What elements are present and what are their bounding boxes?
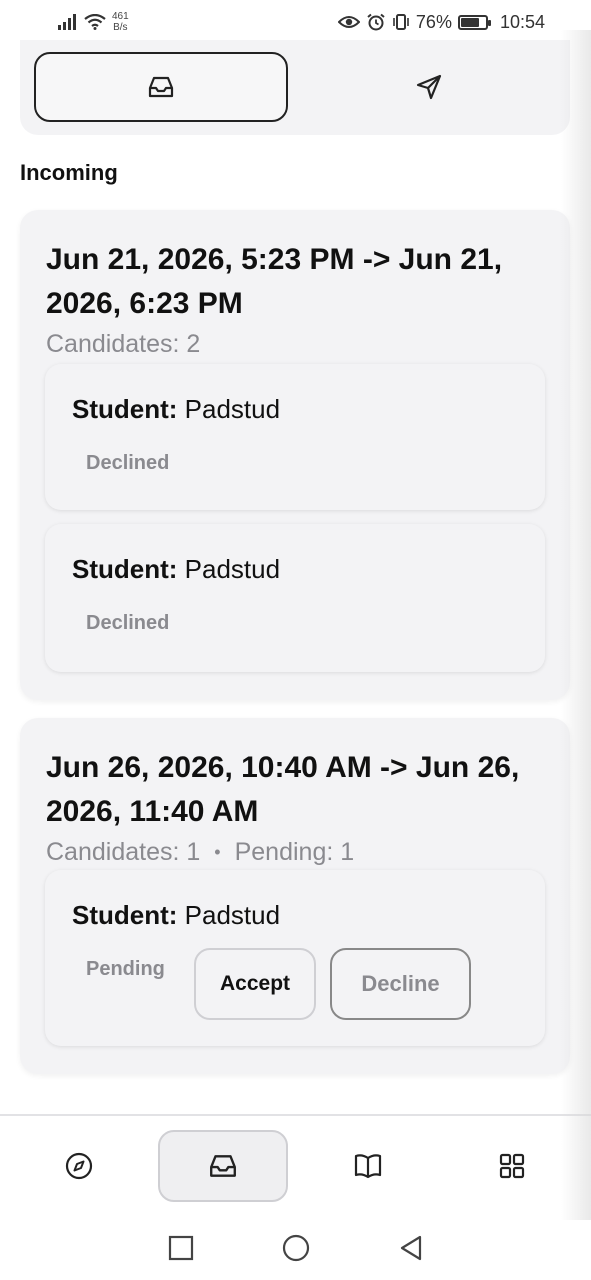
send-icon [415,73,443,101]
net-speed-unit: B/s [113,22,128,33]
candidate-item: Student: Padstud Pending Accept Decline [45,870,545,1046]
compass-icon [64,1151,94,1181]
vibrate-icon [392,13,410,31]
pending-count: Pending: 1 [234,838,355,866]
candidate-label: Student: [72,554,178,584]
candidate-name-line: Student: Padstud [72,394,280,425]
candidate-label: Student: [72,900,178,930]
tab-outgoing[interactable] [302,52,556,122]
candidate-name-line: Student: Padstud [72,900,280,931]
candidate-status: Declined [86,612,170,634]
system-navigation-bar [0,1216,591,1280]
status-right: 76% 10:54 [337,11,545,33]
book-icon [353,1152,383,1180]
candidate-name-line: Student: Padstud [72,554,280,585]
candidates-count: Candidates: 1 [46,838,201,866]
grid-icon [498,1152,526,1180]
candidate-label: Student: [72,394,178,424]
alarm-icon [366,13,386,31]
candidate-item: Student: Padstud Declined [45,364,545,510]
nav-more[interactable] [447,1130,577,1202]
battery-level-fill [460,17,480,27]
circle-icon[interactable] [282,1234,310,1262]
back-triangle-icon[interactable] [398,1234,424,1262]
section-title: Incoming [20,160,118,185]
net-speed: 461 B/s [112,11,129,33]
candidates-count: Candidates: 2 [46,330,201,358]
net-speed-value: 461 [112,11,129,22]
candidate-status: Declined [86,452,170,474]
request-card: Jun 21, 2026, 5:23 PM -> Jun 21, 2026, 6… [20,210,570,700]
request-time-range: Jun 21, 2026, 5:23 PM -> Jun 21, 2026, 6… [46,243,503,320]
tab-incoming[interactable] [34,52,288,122]
candidate-name: Padstud [184,900,281,930]
wifi-icon [84,14,106,30]
inbox-icon [147,75,175,99]
mailbox-tab-switcher [20,40,570,135]
candidate-name: Padstud [184,394,281,424]
battery-icon [457,14,491,30]
inbox-icon [208,1153,238,1179]
candidate-name: Padstud [184,554,281,584]
battery-percent: 76% [415,11,452,32]
eye-icon [337,14,360,30]
decline-button[interactable]: Decline [330,948,471,1020]
nav-explore[interactable] [14,1130,144,1202]
meta-separator: • [214,842,221,862]
request-card: Jun 26, 2026, 10:40 AM -> Jun 26, 2026, … [20,718,570,1074]
request-meta: Candidates: 2 [46,330,200,359]
status-left: 461 B/s [58,11,129,33]
nav-library[interactable] [303,1130,433,1202]
request-time-range: Jun 26, 2026, 10:40 AM -> Jun 26, 2026, … [46,751,520,828]
app-screen: 461 B/s 76% 10:54 Incoming Jun 21, 2026,… [0,0,591,1280]
status-bar: 461 B/s 76% 10:54 [0,0,591,44]
clock-time: 10:54 [499,11,545,32]
nav-inbox[interactable] [158,1130,288,1202]
signal-icon [58,14,78,30]
accept-button[interactable]: Accept [194,948,316,1020]
bottom-navigation [0,1114,591,1216]
candidate-item: Student: Padstud Declined [45,524,545,672]
candidate-status: Pending [86,958,165,980]
request-meta: Candidates: 1 • Pending: 1 [46,838,354,867]
square-icon[interactable] [168,1235,194,1261]
